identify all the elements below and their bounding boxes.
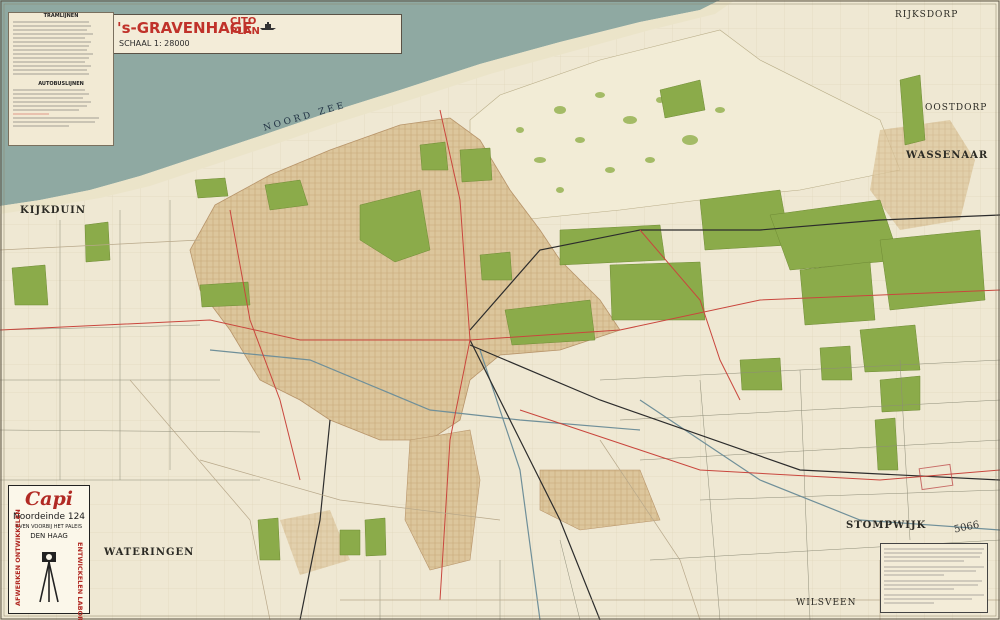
map-canvas[interactable]: 's-GRAVENHAGE CITO PLAN SCHAAL 1: 28000 …: [0, 0, 1000, 620]
ship-icon: [260, 22, 276, 30]
notes-text-lines: [884, 548, 984, 604]
place-label-stompwijk: STOMPWIJK: [846, 520, 927, 531]
map-scale: SCHAAL 1: 28000: [119, 39, 190, 48]
place-label-wateringen: WATERINGEN: [104, 547, 195, 558]
map-title-cito: CITO PLAN: [230, 17, 260, 37]
map-notes-block: [880, 543, 988, 613]
place-label-wassenaar: WASSENAAR: [906, 150, 989, 161]
place-label-kijkduin: KIJKDUIN: [20, 205, 87, 216]
capi-advertisement: Capi Noordeinde 124 EVEN VOORBIJ HET PAL…: [8, 485, 90, 620]
camera-tripod-icon: [39, 552, 59, 603]
map-title-block: 's-GRAVENHAGE CITO PLAN SCHAAL 1: 28000: [112, 14, 402, 54]
ad-left-vertical: AFWERKEN ONTWIKKELEN: [14, 509, 22, 606]
capi-logo: Capi: [25, 488, 73, 510]
place-label-rijksdorp: RIJKSDORP: [895, 10, 959, 20]
map-legend: TRAMLIJNEN AUTOBUSLIJNEN: [8, 12, 114, 146]
plan-word: PLAN: [230, 26, 260, 37]
library-stamp: [918, 463, 954, 491]
legend-bus-lines: [13, 89, 99, 127]
place-label-oostdorp: OOSTDORP: [925, 103, 988, 113]
ad-right-vertical: ENTWICKELEN LABORATORIES: [76, 542, 84, 620]
place-label-wilsveen: WILSVEEN: [796, 598, 857, 608]
legend-tram-lines: [13, 21, 93, 75]
